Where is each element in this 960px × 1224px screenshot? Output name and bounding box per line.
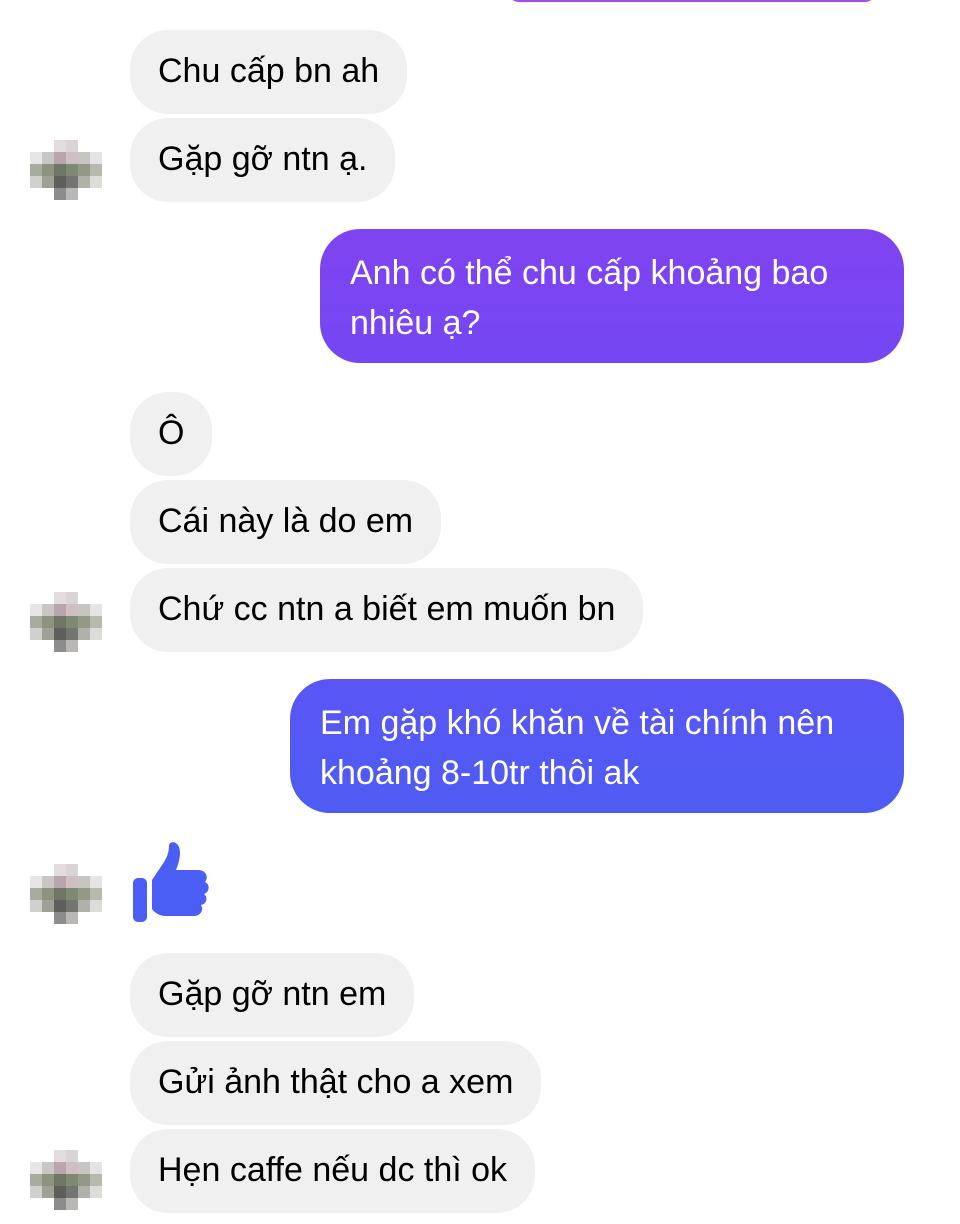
contact-avatar[interactable] xyxy=(30,864,102,924)
contact-avatar[interactable] xyxy=(30,592,102,652)
previous-outgoing-bubble[interactable] xyxy=(508,0,876,2)
outgoing-message-bubble[interactable]: Anh có thể chu cấp khoảng bao nhiêu ạ? xyxy=(320,229,904,363)
contact-avatar[interactable] xyxy=(30,140,102,200)
contact-avatar[interactable] xyxy=(30,1150,102,1210)
incoming-message-bubble[interactable]: Chu cấp bn ah xyxy=(130,30,408,114)
incoming-message-bubble[interactable]: Hẹn caffe nếu dc thì ok xyxy=(130,1129,536,1213)
incoming-message-bubble[interactable]: Gặp gỡ ntn ạ. xyxy=(130,118,396,202)
incoming-message-bubble[interactable]: Cái này là do em xyxy=(130,480,442,564)
outgoing-message-bubble[interactable]: Em gặp khó khăn về tài chính nên khoảng … xyxy=(290,679,904,813)
incoming-message-bubble[interactable]: Chứ cc ntn a biết em muốn bn xyxy=(130,568,644,652)
chat-thread: Chu cấp bn ah Gặp gỡ ntn ạ. Anh có thể c… xyxy=(0,0,960,1224)
thumbs-up-icon[interactable] xyxy=(128,840,216,928)
incoming-message-bubble[interactable]: Gặp gỡ ntn em xyxy=(130,953,415,1037)
incoming-message-bubble[interactable]: Ô xyxy=(130,392,213,476)
incoming-message-bubble[interactable]: Gửi ảnh thật cho a xem xyxy=(130,1041,542,1125)
